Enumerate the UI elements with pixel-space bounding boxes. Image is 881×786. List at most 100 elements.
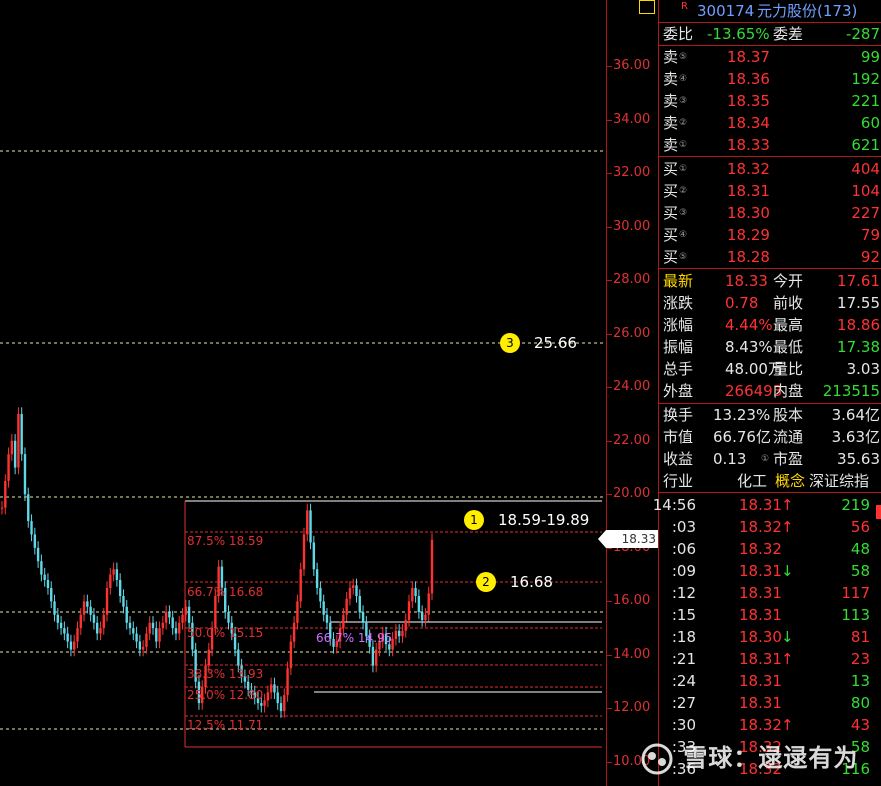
tick-row: :18 18.30 ↓ 81 — [663, 626, 881, 648]
price-axis: 36.00 34.00 32.00 30.00 28.00 26.00 24.0… — [606, 0, 659, 786]
candle-body — [401, 630, 404, 637]
candle-body — [20, 413, 23, 455]
fib-label-667: 66.7% 16.68 — [187, 585, 264, 599]
ask-price: 18.37 — [727, 48, 770, 66]
candle-body — [13, 440, 17, 468]
quote-value: 4.44% — [725, 316, 773, 334]
marker-1[interactable]: 1 18.59-19.89 — [464, 510, 589, 530]
candlestick-chart[interactable] — [0, 0, 606, 786]
fib-label-500: 50.0% 15.15 — [187, 626, 264, 640]
candle-body — [141, 646, 145, 650]
bid-label: 买 — [663, 204, 679, 222]
candle-body — [289, 641, 293, 669]
fund-row: 市值 66.76亿 流通 3.63亿 — [663, 426, 881, 448]
quote-value: 213515 — [822, 382, 880, 400]
candle-body — [27, 494, 30, 522]
candle-body — [99, 628, 102, 634]
tick-arrow: ↑ — [781, 716, 794, 734]
tick-arrow: ↓ — [781, 628, 794, 646]
candle-body — [95, 622, 99, 634]
marker-2-value: 16.68 — [510, 573, 553, 591]
candle-body — [43, 574, 46, 580]
stock-header[interactable]: R 300174 元力股份 (173) — [663, 0, 881, 22]
candle-body — [374, 649, 378, 666]
tick-price: 18.32 — [739, 716, 782, 734]
tick-time: :03 — [671, 518, 696, 536]
marker-1-badge: 1 — [464, 510, 484, 530]
tick-time: 14:56 — [652, 496, 696, 514]
candle-body — [417, 596, 421, 613]
candle-body — [79, 614, 82, 629]
fund-value: 35.63 — [837, 450, 880, 468]
bid-volume: 227 — [851, 204, 880, 222]
bid-price: 18.30 — [727, 204, 770, 222]
candle-body — [122, 596, 125, 607]
candle-body — [59, 622, 63, 629]
candle-body — [73, 641, 76, 650]
bid-label: 买 — [663, 226, 679, 244]
axis-tick: 34.00 — [613, 112, 651, 127]
axis-tick: 16.00 — [613, 593, 651, 608]
quote-label: 最低 — [773, 338, 804, 356]
window-toggle-icon[interactable] — [639, 0, 655, 14]
candle-body — [50, 587, 53, 602]
tick-volume: 23 — [850, 650, 870, 668]
bid-label-level: ④ — [679, 230, 688, 240]
tick-volume: 113 — [841, 606, 870, 624]
candle-body — [161, 622, 165, 629]
fib-label-125: 12.5% 11.71 — [187, 718, 264, 732]
candle-body — [46, 579, 50, 588]
candle-body — [388, 644, 391, 650]
tick-time: :27 — [671, 694, 696, 712]
ask-label: 卖 — [663, 92, 679, 110]
candle-body — [17, 413, 20, 468]
candle-body — [33, 534, 37, 548]
axis-tick: 24.00 — [613, 379, 651, 394]
candle-body — [164, 612, 168, 623]
candle-body — [404, 620, 407, 631]
quote-value: 18.33 — [725, 272, 768, 290]
axis-tick: 20.00 — [613, 486, 651, 501]
marker-2[interactable]: 2 16.68 — [476, 572, 553, 592]
axis-tick: 36.00 — [613, 58, 651, 73]
candle-body — [348, 587, 352, 599]
ask-row: 卖 ① 18.33 621 — [663, 134, 881, 156]
fund-label: 市值 — [663, 428, 694, 446]
weibi-value: -13.65% — [707, 25, 770, 43]
tick-time: :06 — [671, 540, 696, 558]
candle-body — [227, 612, 230, 623]
candle-body — [407, 601, 411, 621]
tick-price: 18.31 — [739, 584, 782, 602]
reference-lines — [0, 150, 606, 730]
candle-body — [171, 617, 174, 629]
fund-label: 股本 — [773, 406, 804, 424]
candle-body — [112, 569, 115, 575]
tick-volume: 58 — [850, 562, 870, 580]
concept-label[interactable]: 概念 — [775, 470, 805, 492]
tick-volume: 219 — [841, 496, 870, 514]
marker-2-badge: 2 — [476, 572, 496, 592]
marker-3-badge: 3 — [500, 333, 520, 353]
quote-label: 振幅 — [663, 338, 694, 356]
candle-body — [56, 614, 60, 623]
quote-label: 外盘 — [663, 382, 694, 400]
candle-body — [207, 649, 210, 666]
candle-body — [260, 703, 263, 706]
ask-price: 18.36 — [727, 70, 770, 88]
candle-body — [0, 507, 4, 509]
quote-value: 0.78 — [725, 294, 759, 312]
watermark-text: 雪球：逯逯有为 — [683, 744, 859, 772]
tick-row: :21 18.31 ↑ 23 — [663, 648, 881, 670]
candle-body — [361, 612, 365, 623]
fund-row: 换手 13.23% 股本 3.64亿 — [663, 404, 881, 426]
axis-tick: 14.00 — [613, 647, 651, 662]
bid-label-level: ② — [679, 186, 688, 196]
scroll-marker[interactable] — [876, 505, 881, 519]
ask-volume: 621 — [851, 136, 880, 154]
ask-price: 18.33 — [727, 136, 770, 154]
quote-row: 外盘 266493 内盘 213515 — [663, 380, 881, 402]
industry-row: 行业 化工 概念 深证综指 — [663, 470, 881, 492]
candle-body — [4, 480, 7, 508]
candle-body — [30, 521, 33, 535]
marker-3[interactable]: 3 25.66 — [500, 333, 577, 353]
